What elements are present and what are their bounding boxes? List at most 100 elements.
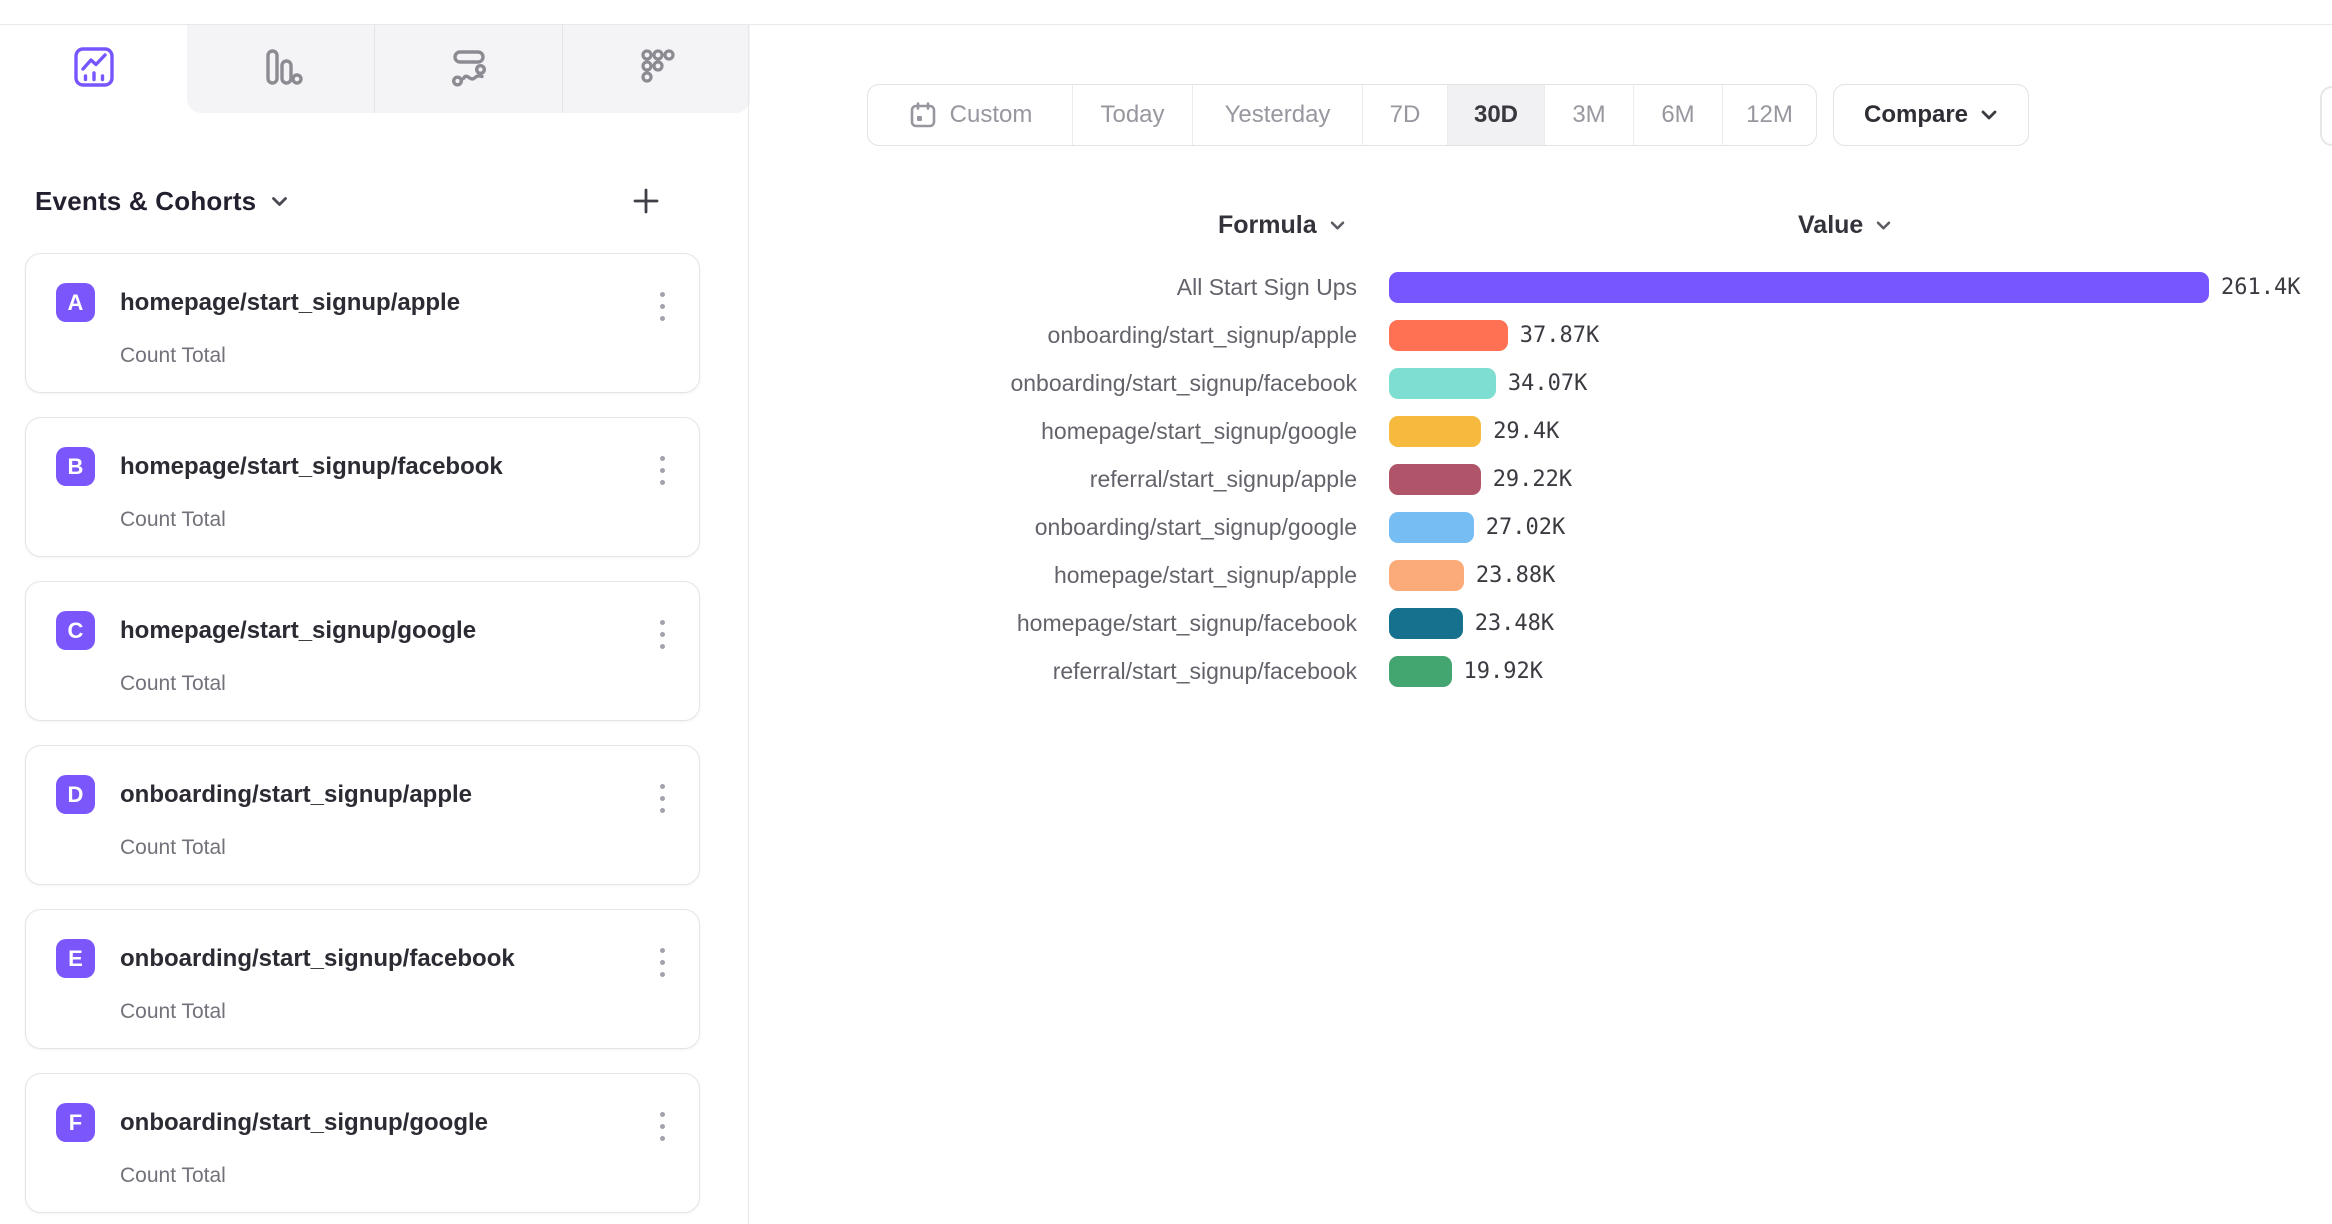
chevron-down-icon <box>1980 109 1998 121</box>
bar[interactable] <box>1389 656 1452 687</box>
event-card-e[interactable]: E onboarding/start_signup/facebook Count… <box>25 909 700 1049</box>
event-name[interactable]: onboarding/start_signup/apple <box>120 781 472 809</box>
inactive-tab-group <box>187 25 750 113</box>
event-metric[interactable]: Count Total <box>120 344 226 368</box>
bar-row: referral/start_signup/facebook 19.92K <box>748 647 2300 695</box>
event-name[interactable]: homepage/start_signup/google <box>120 617 476 645</box>
range-label: 3M <box>1572 101 1605 129</box>
event-name[interactable]: onboarding/start_signup/google <box>120 1109 488 1137</box>
bar-value: 23.48K <box>1475 611 1554 636</box>
range-7d[interactable]: 7D <box>1362 85 1447 145</box>
range-label: 12M <box>1746 101 1793 129</box>
series-label: referral/start_signup/facebook <box>748 658 1357 685</box>
range-label: 30D <box>1474 101 1518 129</box>
kebab-menu-icon[interactable] <box>651 778 673 818</box>
series-badge: D <box>56 775 95 814</box>
formula-column-header[interactable]: Formula <box>1218 211 1346 240</box>
cut-off-button[interactable] <box>2320 86 2332 146</box>
range-label: 6M <box>1661 101 1694 129</box>
value-column-header[interactable]: Value <box>1798 211 1892 240</box>
series-label: onboarding/start_signup/apple <box>748 322 1357 349</box>
events-cohorts-header: Events & Cohorts <box>35 176 668 226</box>
add-event-button[interactable] <box>624 179 668 223</box>
range-custom[interactable]: Custom <box>868 85 1072 145</box>
insights-report-page: Events & Cohorts A homepage/start_signup… <box>0 0 2332 1224</box>
compare-button[interactable]: Compare <box>1833 84 2029 146</box>
bar-value: 27.02K <box>1486 515 1565 540</box>
series-label: onboarding/start_signup/google <box>748 514 1357 541</box>
series-badge: C <box>56 611 95 650</box>
series-label: homepage/start_signup/apple <box>748 562 1357 589</box>
event-metric[interactable]: Count Total <box>120 1164 226 1188</box>
bar-row: onboarding/start_signup/apple 37.87K <box>748 311 2300 359</box>
kebab-menu-icon[interactable] <box>651 450 673 490</box>
chevron-down-icon <box>1875 220 1892 231</box>
series-badge: E <box>56 939 95 978</box>
range-3m[interactable]: 3M <box>1544 85 1633 145</box>
event-metric[interactable]: Count Total <box>120 508 226 532</box>
bar[interactable] <box>1389 464 1481 495</box>
range-label: 7D <box>1390 101 1421 129</box>
funnel-bars-icon <box>259 45 303 94</box>
value-header-label: Value <box>1798 211 1863 240</box>
bar-row: referral/start_signup/apple 29.22K <box>748 455 2300 503</box>
bar[interactable] <box>1389 272 2209 303</box>
series-label: All Start Sign Ups <box>748 274 1357 301</box>
bar[interactable] <box>1389 320 1508 351</box>
event-name[interactable]: homepage/start_signup/facebook <box>120 453 503 481</box>
retention-dots-icon <box>635 45 679 94</box>
bar-value: 29.4K <box>1493 419 1559 444</box>
chart-type-tabs <box>0 25 750 113</box>
kebab-menu-icon[interactable] <box>651 286 673 326</box>
calendar-icon <box>908 100 938 130</box>
kebab-menu-icon[interactable] <box>651 942 673 982</box>
series-badge: F <box>56 1103 95 1142</box>
event-card-d[interactable]: D onboarding/start_signup/apple Count To… <box>25 745 700 885</box>
bar-value: 29.22K <box>1493 467 1572 492</box>
event-card-a[interactable]: A homepage/start_signup/apple Count Tota… <box>25 253 700 393</box>
series-label: homepage/start_signup/facebook <box>748 610 1357 637</box>
event-metric[interactable]: Count Total <box>120 836 226 860</box>
bar-row: All Start Sign Ups 261.4K <box>748 263 2300 311</box>
series-label: referral/start_signup/apple <box>748 466 1357 493</box>
bar-chart: All Start Sign Ups 261.4K onboarding/sta… <box>748 263 2300 695</box>
bar[interactable] <box>1389 608 1463 639</box>
chevron-down-icon <box>1329 220 1346 231</box>
bar[interactable] <box>1389 512 1474 543</box>
kebab-menu-icon[interactable] <box>651 614 673 654</box>
event-name[interactable]: onboarding/start_signup/facebook <box>120 945 515 973</box>
tab-funnel-bar-chart[interactable] <box>187 25 374 113</box>
series-label: homepage/start_signup/google <box>748 418 1357 445</box>
tab-insights-line-chart[interactable] <box>0 25 187 113</box>
events-cohorts-title[interactable]: Events & Cohorts <box>35 186 256 217</box>
bar-row: homepage/start_signup/apple 23.88K <box>748 551 2300 599</box>
bar[interactable] <box>1389 416 1481 447</box>
range-label: Today <box>1100 101 1164 129</box>
range-30d[interactable]: 30D <box>1447 85 1544 145</box>
range-label: Yesterday <box>1225 101 1331 129</box>
range-12m[interactable]: 12M <box>1722 85 1816 145</box>
range-yesterday[interactable]: Yesterday <box>1192 85 1362 145</box>
tab-flows[interactable] <box>374 25 562 113</box>
event-card-b[interactable]: B homepage/start_signup/facebook Count T… <box>25 417 700 557</box>
range-label: Custom <box>950 101 1033 129</box>
bar-value: 37.87K <box>1520 323 1599 348</box>
chevron-down-icon <box>270 195 289 208</box>
bar-row: onboarding/start_signup/google 27.02K <box>748 503 2300 551</box>
range-today[interactable]: Today <box>1072 85 1192 145</box>
event-metric[interactable]: Count Total <box>120 672 226 696</box>
tab-retention[interactable] <box>562 25 750 113</box>
formula-header-label: Formula <box>1218 211 1317 240</box>
bar-row: onboarding/start_signup/facebook 34.07K <box>748 359 2300 407</box>
bar[interactable] <box>1389 560 1464 591</box>
bar[interactable] <box>1389 368 1496 399</box>
flows-icon <box>447 45 491 94</box>
event-metric[interactable]: Count Total <box>120 1000 226 1024</box>
event-card-f[interactable]: F onboarding/start_signup/google Count T… <box>25 1073 700 1213</box>
event-name[interactable]: homepage/start_signup/apple <box>120 289 460 317</box>
event-card-c[interactable]: C homepage/start_signup/google Count Tot… <box>25 581 700 721</box>
kebab-menu-icon[interactable] <box>651 1106 673 1146</box>
series-badge: A <box>56 283 95 322</box>
range-6m[interactable]: 6M <box>1633 85 1722 145</box>
bar-row: homepage/start_signup/google 29.4K <box>748 407 2300 455</box>
